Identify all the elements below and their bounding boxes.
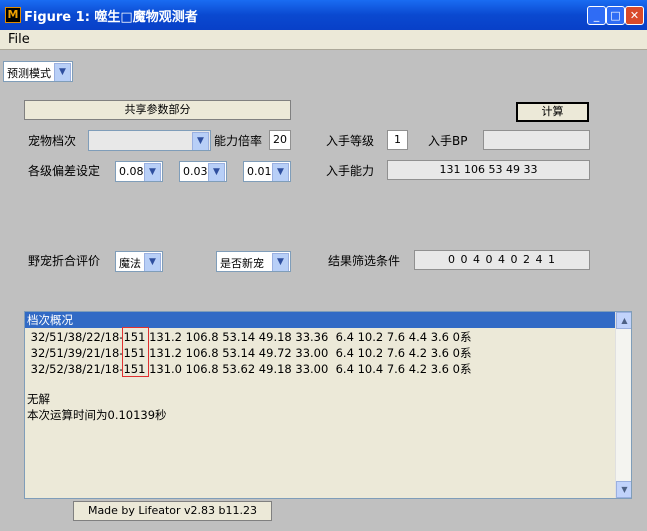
close-button[interactable]: ✕ [625, 6, 644, 25]
vertical-scrollbar[interactable]: ▲ ▼ [615, 312, 631, 498]
chevron-down-icon: ▼ [272, 253, 289, 271]
chevron-down-icon: ▼ [54, 63, 71, 81]
wild-rating-value: 魔法 [119, 257, 141, 270]
chevron-down-icon: ▼ [144, 253, 161, 271]
obtain-level-label: 入手等级 [326, 134, 375, 148]
matlab-icon: M [5, 7, 21, 23]
deviation-value-2: 0.03 [183, 165, 208, 178]
is-new-value: 是否新宠 [220, 257, 264, 270]
scroll-down-icon[interactable]: ▼ [616, 481, 631, 498]
minimize-button[interactable]: _ [587, 6, 606, 25]
deviation-label: 各级偏差设定 [28, 164, 101, 178]
filter-field[interactable]: 0 0 4 0 4 0 2 4 1 [414, 250, 590, 270]
is-new-select[interactable]: 是否新宠 ▼ [216, 251, 291, 272]
credit-button[interactable]: Made by Lifeator v2.83 b11.23 [73, 501, 272, 521]
maximize-button[interactable]: □ [606, 6, 625, 25]
mode-select[interactable]: 预测模式 ▼ [3, 61, 73, 82]
filter-label: 结果筛选条件 [328, 254, 401, 268]
ability-multiplier-label: 能力倍率 [214, 134, 263, 148]
pet-tier-select[interactable]: ▼ [88, 130, 211, 151]
chevron-down-icon: ▼ [144, 163, 161, 181]
deviation-value-1: 0.08 [119, 165, 144, 178]
obtain-ability-field[interactable]: 131 106 53 49 33 [387, 160, 590, 180]
obtain-bp-label: 入手BP [428, 134, 468, 148]
chevron-down-icon: ▼ [272, 163, 289, 181]
obtain-ability-label: 入手能力 [326, 164, 375, 178]
list-item[interactable]: 32/52/38/21/18-151 131.0 106.8 53.62 49.… [27, 361, 472, 377]
deviation-select-2[interactable]: 0.03 ▼ [179, 161, 227, 182]
pet-tier-label: 宠物档次 [28, 134, 77, 148]
window-title: Figure 1: 噬生□魔物观测者 [24, 10, 198, 25]
wild-rating-select[interactable]: 魔法 ▼ [115, 251, 163, 272]
list-item[interactable]: 32/51/39/21/18-151 131.2 106.8 53.14 49.… [27, 345, 472, 361]
obtain-level-field[interactable]: 1 [387, 130, 408, 150]
mode-select-value: 预测模式 [7, 67, 51, 80]
menu-file[interactable]: File [8, 32, 30, 47]
deviation-value-3: 0.01 [247, 165, 272, 178]
results-listbox[interactable]: 档次概况 32/51/38/22/18-151 131.2 106.8 53.1… [24, 311, 632, 499]
results-header[interactable]: 档次概况 [25, 312, 617, 328]
wild-rating-label: 野宠折合评价 [28, 254, 101, 268]
chevron-down-icon: ▼ [208, 163, 225, 181]
scroll-up-icon[interactable]: ▲ [616, 312, 631, 329]
list-item[interactable]: 32/51/38/22/18-151 131.2 106.8 53.14 49.… [27, 329, 472, 345]
highlight-box [122, 327, 149, 377]
menu-bar [0, 30, 647, 50]
chevron-down-icon: ▼ [192, 132, 209, 150]
shared-params-button[interactable]: 共享参数部分 [24, 100, 291, 120]
deviation-select-1[interactable]: 0.08 ▼ [115, 161, 163, 182]
obtain-bp-field[interactable] [483, 130, 590, 150]
deviation-select-3[interactable]: 0.01 ▼ [243, 161, 291, 182]
list-item[interactable]: 本次运算时间为0.10139秒 [27, 407, 167, 423]
compute-button[interactable]: 计算 [516, 102, 589, 122]
list-item[interactable]: 无解 [27, 391, 50, 407]
ability-multiplier-field[interactable]: 20 [269, 130, 291, 150]
